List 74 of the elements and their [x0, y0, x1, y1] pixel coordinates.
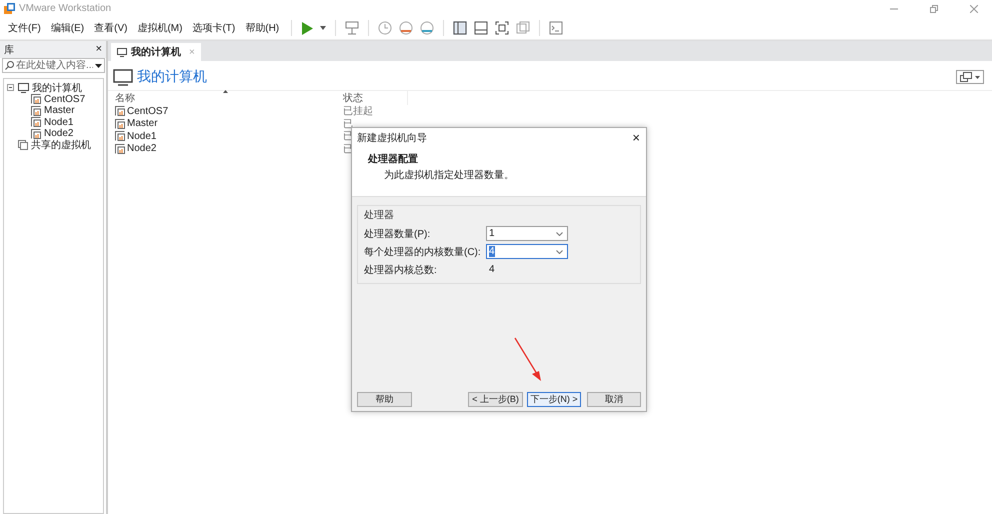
tree-item[interactable]: 我的计算机: [32, 80, 82, 95]
status-cell-text: 已挂起: [343, 104, 374, 118]
tab[interactable]: 我的计算机 ×: [111, 43, 201, 61]
vm-icon: [115, 131, 125, 142]
menu-item[interactable]: 帮助(H): [245, 21, 280, 35]
field-label: 每个处理器的内核数量(C):: [364, 246, 482, 258]
column-header[interactable]: 名称: [108, 91, 343, 105]
vm-icon: [31, 128, 41, 139]
sidebar-layout-icon[interactable]: [453, 21, 468, 35]
dropdown[interactable]: 4: [486, 244, 568, 259]
fullscreen-icon[interactable]: [495, 21, 510, 35]
search-icon: [5, 61, 14, 70]
menu-item[interactable]: 文件(F): [8, 21, 41, 35]
close-icon[interactable]: [970, 4, 978, 12]
restore-icon[interactable]: [930, 4, 938, 12]
tree-item[interactable]: CentOS7: [44, 94, 86, 105]
caret-icon[interactable]: [320, 26, 326, 30]
caret-icon[interactable]: [95, 64, 102, 68]
view-dropdown[interactable]: [956, 70, 984, 84]
close-button[interactable]: ×: [632, 132, 640, 144]
vm-name[interactable]: Node1: [127, 130, 156, 142]
menu-item[interactable]: 编辑(E): [50, 21, 84, 35]
vm-name[interactable]: Node2: [127, 143, 156, 154]
vm-icon: [115, 144, 125, 154]
tree-item[interactable]: 共享的虚拟机: [31, 138, 91, 152]
field-label: 处理器内核总数:: [364, 264, 438, 276]
dialog-button[interactable]: 帮助: [357, 392, 412, 407]
vm-name[interactable]: Master: [127, 118, 158, 130]
dialog-heading: 处理器配置: [368, 152, 419, 166]
revert-snapshot-icon[interactable]: [399, 21, 414, 35]
unity-icon[interactable]: [516, 21, 530, 35]
library-title: 库: [4, 44, 14, 57]
field-label: 处理器数量(P):: [364, 228, 432, 240]
annotation-arrow: [513, 336, 543, 382]
play-icon[interactable]: [301, 22, 314, 34]
vm-icon: [31, 106, 41, 116]
tree-item[interactable]: Master: [44, 105, 75, 116]
vm-icon: [31, 117, 41, 128]
status-cell-text: 已: [343, 118, 354, 131]
page-title: 我的计算机: [137, 68, 207, 86]
snapshot-icon[interactable]: [378, 21, 392, 35]
monitor-icon: [18, 82, 29, 93]
monitor-icon: [117, 48, 127, 56]
vm-icon: [115, 106, 125, 116]
vm-icon: [115, 118, 125, 129]
menu-item[interactable]: 查看(V): [94, 21, 128, 35]
vm-name[interactable]: CentOS7: [127, 106, 168, 117]
menu-item[interactable]: 选项卡(T): [192, 21, 236, 35]
monitor-icon: [113, 68, 133, 86]
dialog-button[interactable]: 取消: [587, 392, 641, 407]
window-title: VMware Workstation: [19, 3, 112, 14]
vm-icon: [31, 94, 41, 104]
column-header[interactable]: 状态: [343, 91, 408, 105]
sort-arrow-icon: [223, 90, 228, 93]
dropdown[interactable]: 1: [486, 226, 568, 241]
app-logo-icon: [4, 3, 15, 14]
dialog-button[interactable]: 下一步(N) >: [527, 392, 581, 407]
network-icon[interactable]: [345, 21, 360, 35]
tree-item[interactable]: Node1: [44, 116, 74, 128]
expander-icon[interactable]: [7, 84, 15, 92]
console-layout-icon[interactable]: [474, 21, 488, 35]
group-title: 处理器: [364, 208, 395, 222]
shared-vm-icon: [18, 140, 28, 150]
chevron-icon: [556, 232, 563, 236]
manage-snapshots-icon[interactable]: [420, 21, 434, 35]
dialog-button[interactable]: < 上一步(B): [468, 392, 523, 407]
total-value: 4: [488, 264, 495, 275]
dialog-title: 新建虚拟机向导: [357, 132, 427, 145]
menu-item[interactable]: 虚拟机(M): [137, 21, 182, 35]
terminal-icon[interactable]: [549, 21, 564, 35]
close-button[interactable]: ×: [96, 43, 102, 57]
tree-item[interactable]: Node2: [44, 128, 74, 140]
chevron-icon: [556, 250, 563, 254]
dialog-subtitle: 为此虚拟机指定处理器数量。: [383, 168, 515, 182]
